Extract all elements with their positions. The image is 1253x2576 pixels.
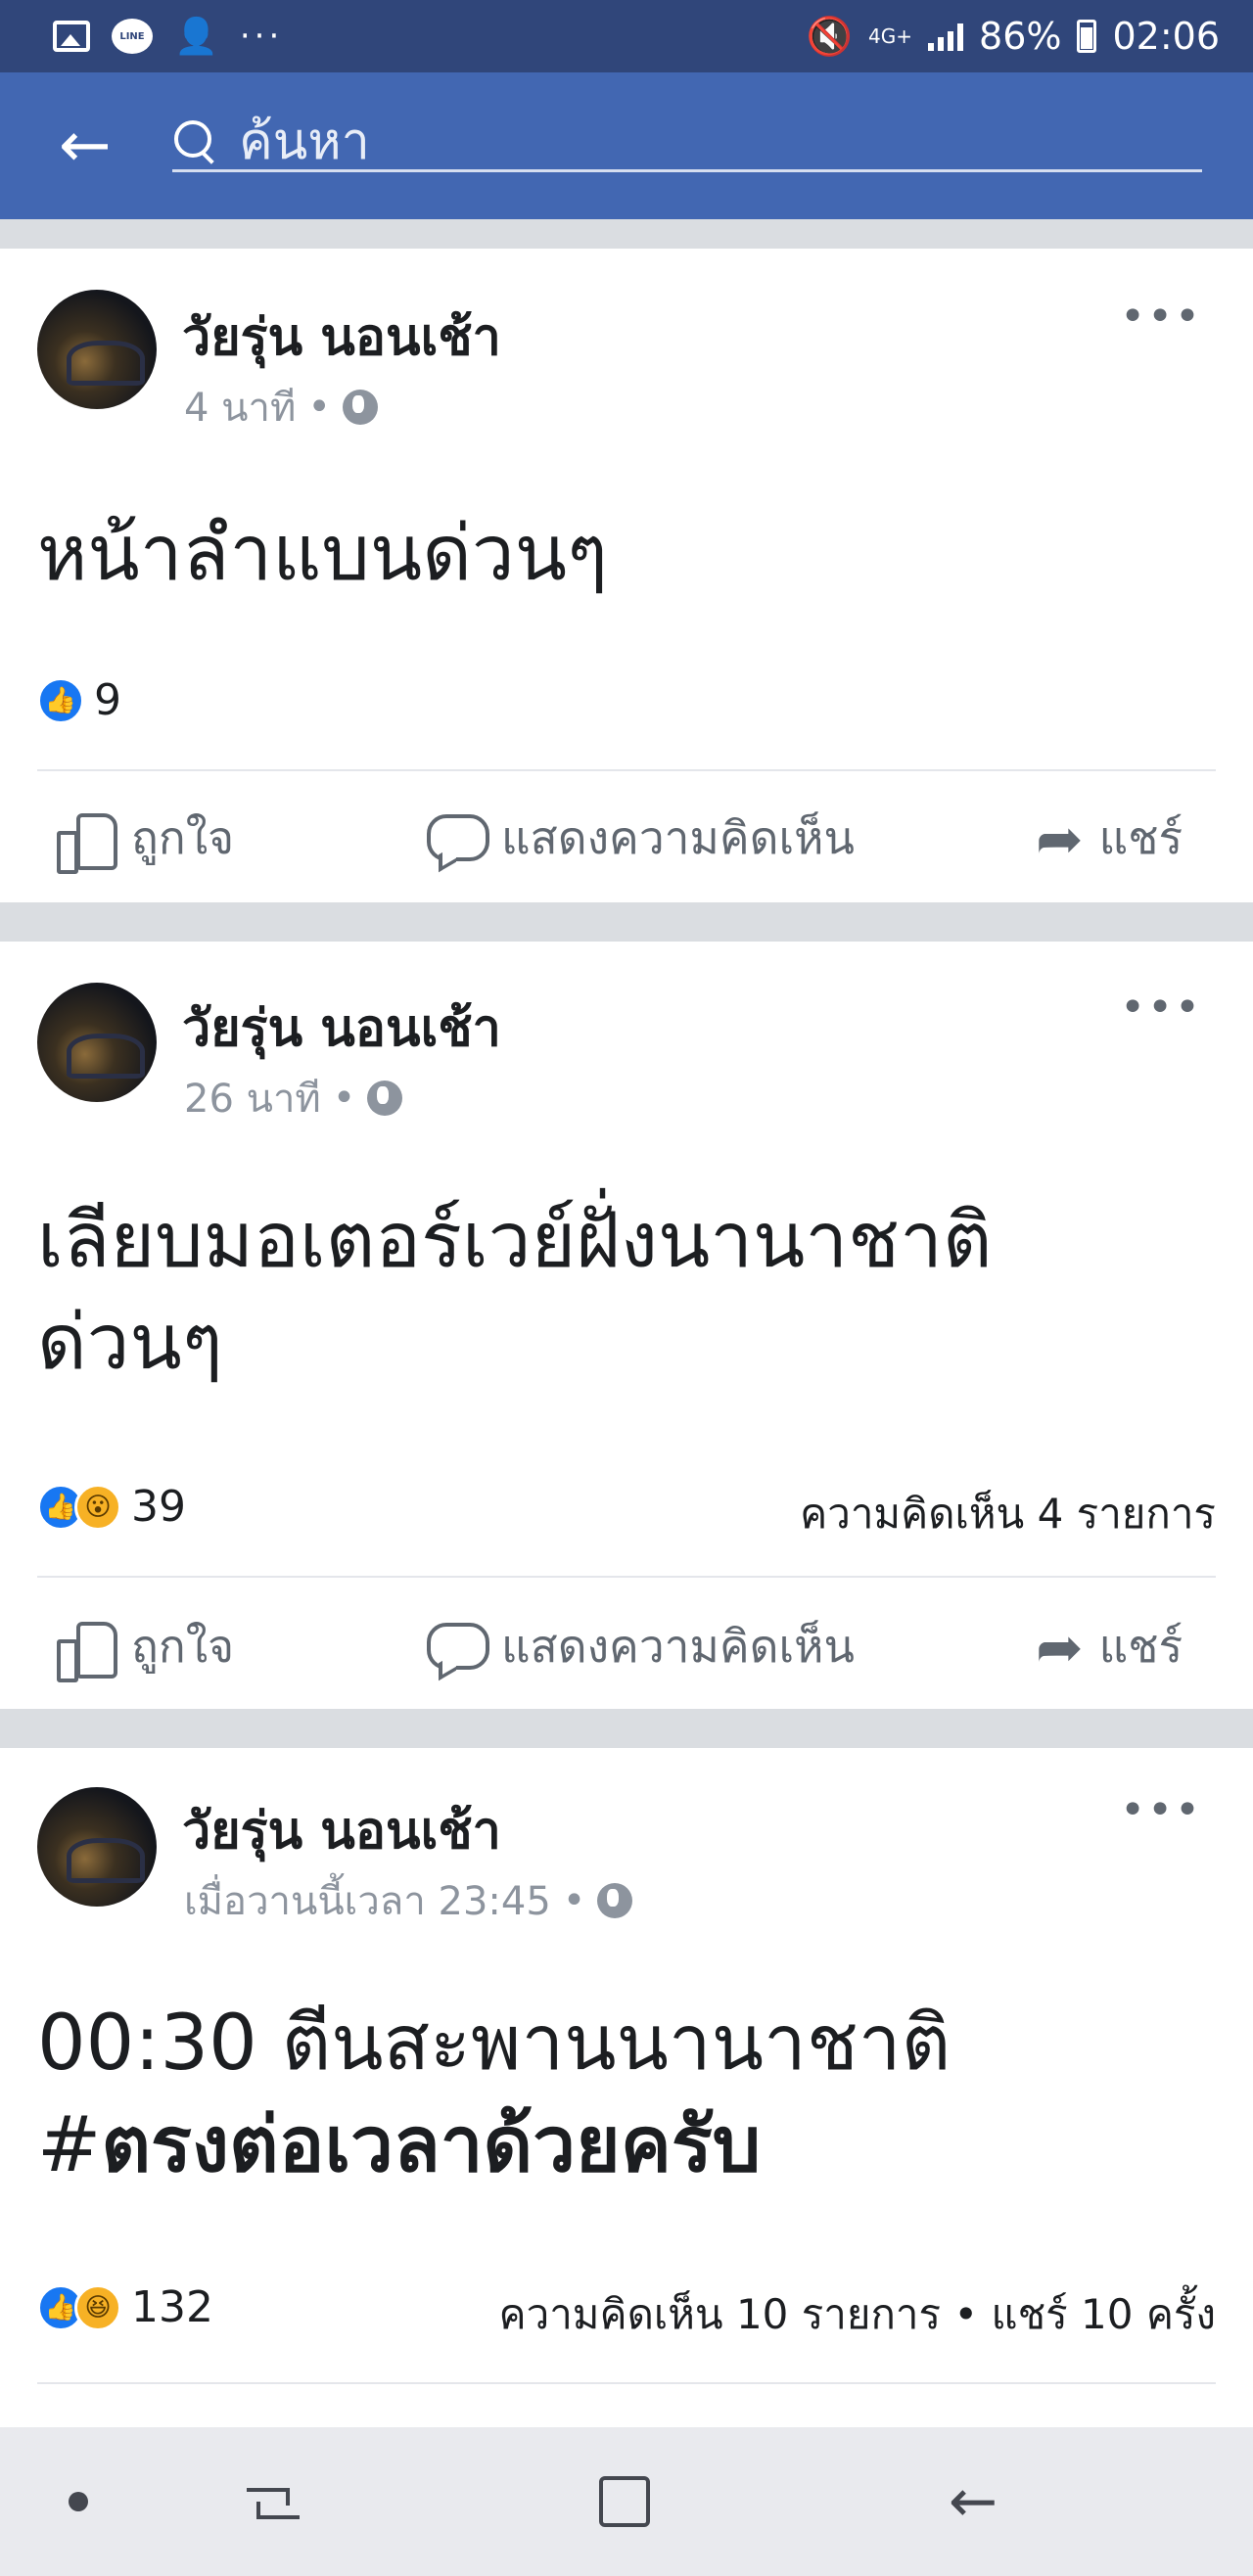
more-options-icon[interactable]: ••• — [1120, 987, 1202, 1030]
post-author[interactable]: วัยรุ่น นอนเช้า — [182, 987, 501, 1068]
back-arrow-icon[interactable]: ← — [59, 115, 147, 177]
reaction-count: 9 — [94, 675, 121, 725]
like-label: ถูกใจ — [131, 1620, 235, 1673]
share-button[interactable]: ➦ แชร์ — [1036, 1611, 1183, 1682]
post-actions: ถูกใจ แสดงความคิดเห็น ➦ แชร์ — [0, 777, 1253, 895]
feed-divider — [0, 902, 1253, 942]
home-button[interactable] — [593, 2466, 656, 2537]
post-meta: 4 นาที • — [184, 376, 378, 438]
share-icon: ➦ — [1036, 1613, 1084, 1680]
post-meta: 26 นาที • — [184, 1067, 403, 1129]
like-reaction-icon: 👍 — [37, 676, 84, 724]
more-options-icon[interactable]: ••• — [1120, 1789, 1202, 1832]
globe-icon — [367, 1081, 403, 1116]
post-text-line: 00:30 ตีนสะพานนานาชาติ — [37, 2000, 951, 2088]
feed-divider — [0, 1709, 1253, 1748]
reaction-summary[interactable]: 👍 😮 39 — [37, 1482, 186, 1532]
nav-dot-icon[interactable] — [59, 2466, 98, 2537]
post-actions: ถูกใจ แสดงความคิดเห็น ➦ แชร์ — [0, 1586, 1253, 1703]
network-type: 4G+ — [868, 24, 913, 48]
post-author[interactable]: วัยรุ่น นอนเช้า — [182, 1789, 501, 1870]
post-card: วัยรุ่น นอนเช้า 26 นาที • ••• เลียบมอเตอ… — [0, 942, 1253, 1709]
comment-icon — [425, 1621, 489, 1674]
more-notifications-icon: ··· — [239, 17, 284, 56]
hashtag-prefix: # — [37, 2101, 102, 2189]
mute-icon: 🔇 — [806, 14, 854, 58]
wow-reaction-icon: 😮 — [74, 1483, 121, 1531]
like-icon — [57, 811, 117, 874]
battery-percent: 86% — [979, 15, 1062, 58]
recents-icon — [247, 2482, 300, 2521]
globe-icon — [597, 1883, 633, 1918]
clock: 02:06 — [1112, 15, 1220, 58]
feed-divider — [0, 219, 1253, 249]
haha-reaction-icon: 😆 — [74, 2283, 121, 2331]
post-divider — [37, 769, 1216, 771]
share-button[interactable]: ➦ แชร์ — [1036, 803, 1183, 874]
post-card: วัยรุ่น นอนเช้า เมื่อวานนี้เวลา 23:45 • … — [0, 1748, 1253, 2427]
more-options-icon[interactable]: ••• — [1120, 296, 1202, 339]
meta-separator: • — [562, 1878, 586, 1923]
reaction-count: 132 — [131, 2282, 213, 2332]
comment-label: แสดงความคิดเห็น — [501, 1620, 855, 1673]
reaction-summary[interactable]: 👍 😆 132 — [37, 2282, 213, 2332]
post-text-line: เลียบมอเตอร์เวย์ฝั่งนานาชาติ — [37, 1197, 993, 1285]
post-text-line: หน้าลำแบนด่วนๆ — [37, 510, 608, 598]
line-icon: LINE — [112, 19, 153, 54]
recents-button[interactable] — [241, 2466, 303, 2537]
reaction-count: 39 — [131, 1482, 186, 1532]
battery-icon — [1077, 20, 1097, 53]
comment-icon — [425, 812, 489, 865]
meta-separator: • — [307, 385, 331, 430]
avatar[interactable] — [37, 983, 157, 1102]
share-icon: ➦ — [1036, 805, 1084, 872]
share-label: แชร์ — [1098, 811, 1183, 864]
reaction-summary[interactable]: 👍 9 — [37, 675, 121, 725]
meta-separator: • — [332, 1076, 356, 1121]
share-label: แชร์ — [1098, 1620, 1183, 1673]
avatar[interactable] — [37, 1787, 157, 1907]
post-text-line: #ตรงต่อเวลาด้วยครับ — [37, 2094, 951, 2196]
avatar[interactable] — [37, 290, 157, 409]
add-user-icon: 👤 — [174, 17, 218, 57]
comments-summary[interactable]: ความคิดเห็น 10 รายการ • แชร์ 10 ครั้ง — [499, 2282, 1216, 2347]
comment-button[interactable]: แสดงความคิดเห็น — [425, 1611, 855, 1682]
like-button[interactable]: ถูกใจ — [57, 1611, 234, 1682]
post-time[interactable]: เมื่อวานนี้เวลา 23:45 — [184, 1869, 551, 1932]
like-button[interactable]: ถูกใจ — [57, 803, 234, 874]
post-time[interactable]: 26 นาที — [184, 1067, 321, 1129]
search-header: ← ค้นหา — [0, 72, 1253, 219]
image-icon — [53, 21, 90, 52]
like-icon — [57, 1620, 117, 1682]
post-time[interactable]: 4 นาที — [184, 376, 296, 438]
back-button[interactable]: ← — [942, 2466, 1004, 2537]
back-icon: ← — [948, 2467, 998, 2536]
hashtag-link[interactable]: ตรงต่อเวลาด้วยครับ — [101, 2101, 761, 2189]
signal-icon — [928, 22, 964, 51]
post-divider — [37, 1576, 1216, 1578]
globe-icon — [342, 390, 378, 425]
post-card: วัยรุ่น นอนเช้า 4 นาที • ••• หน้าลำแบนด่… — [0, 249, 1253, 902]
post-divider — [37, 2382, 1216, 2384]
comment-button[interactable]: แสดงความคิดเห็น — [425, 803, 855, 874]
post-text-line: ด่วนๆ — [37, 1299, 223, 1387]
post-text: หน้าลำแบนด่วนๆ — [37, 503, 608, 605]
post-text: เลียบมอเตอร์เวย์ฝั่งนานาชาติ ด่วนๆ — [37, 1190, 993, 1394]
home-icon — [599, 2476, 650, 2527]
status-bar: LINE 👤 ··· 🔇 4G+ 86% 02:06 — [0, 0, 1253, 72]
comment-label: แสดงความคิดเห็น — [501, 811, 855, 864]
search-input[interactable]: ค้นหา — [172, 112, 1202, 172]
search-icon — [172, 118, 217, 163]
post-meta: เมื่อวานนี้เวลา 23:45 • — [184, 1869, 633, 1932]
post-author[interactable]: วัยรุ่น นอนเช้า — [182, 296, 501, 377]
search-placeholder: ค้นหา — [239, 113, 370, 171]
comments-summary[interactable]: ความคิดเห็น 4 รายการ — [800, 1482, 1216, 1546]
post-text: 00:30 ตีนสะพานนานาชาติ #ตรงต่อเวลาด้วยคร… — [37, 1993, 951, 2196]
like-label: ถูกใจ — [131, 811, 235, 864]
navigation-bar: ← — [0, 2427, 1253, 2576]
